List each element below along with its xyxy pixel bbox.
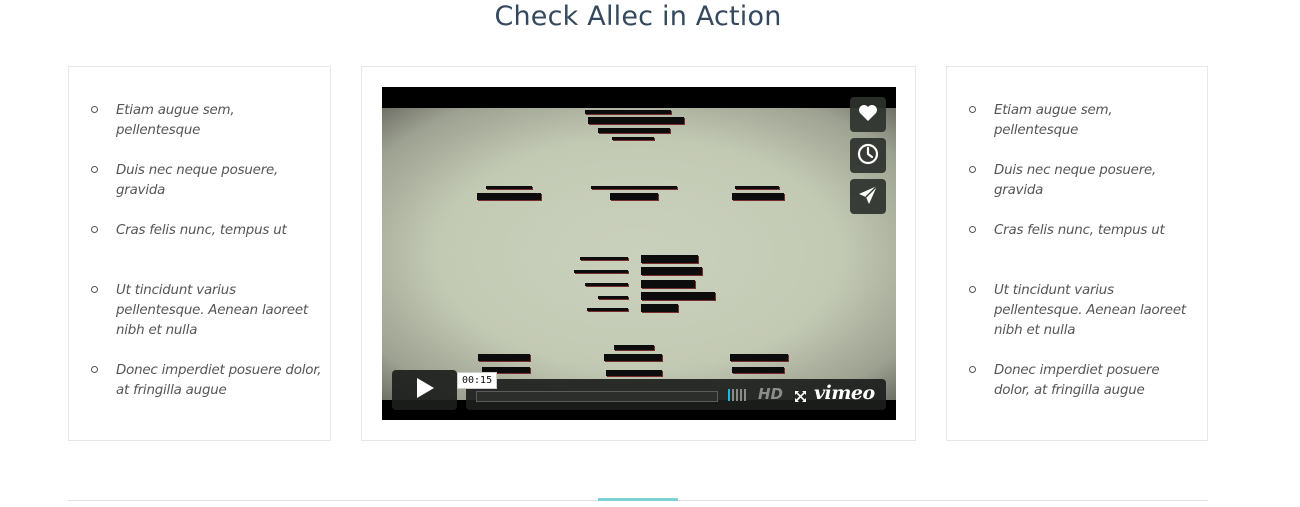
video-player[interactable]: HD vimeo 00:15: [382, 87, 896, 420]
hd-button[interactable]: HD: [758, 385, 783, 403]
frame-text-bar: [610, 193, 658, 200]
feature-text: Cras felis nunc, tempus ut: [994, 223, 1165, 238]
bullet-icon: [969, 366, 976, 373]
list-item: Cras felis nunc, tempus ut: [969, 221, 1199, 241]
frame-text-bar: [612, 137, 654, 140]
frame-text-bar: [641, 255, 698, 263]
share-button[interactable]: [850, 179, 886, 214]
side-actions: [850, 97, 886, 220]
frame-text-bar: [604, 354, 662, 361]
bullet-icon: [91, 166, 98, 173]
feature-text: Ut tincidunt varius pellentesque. Aenean…: [116, 283, 308, 338]
like-button[interactable]: [850, 97, 886, 132]
feature-text: Etiam augue sem, pellentesque: [994, 103, 1113, 138]
play-icon: [415, 377, 435, 403]
volume-level: [732, 389, 734, 401]
play-button[interactable]: [392, 370, 457, 410]
frame-text-bar: [587, 308, 628, 311]
frame-text-bar: [591, 186, 677, 189]
bullet-icon: [91, 366, 98, 373]
bullet-icon: [969, 226, 976, 233]
frame-text-bar: [580, 257, 628, 260]
frame-text-bar: [477, 193, 541, 200]
frame-text-bar: [574, 270, 628, 273]
watch-later-button[interactable]: [850, 138, 886, 173]
volume-level: [736, 389, 738, 401]
frame-text-bar: [730, 354, 788, 361]
frame-text-bar: [478, 354, 530, 361]
list-item: Duis nec neque posuere, gravida: [969, 161, 1199, 201]
control-bar: HD vimeo: [466, 379, 886, 410]
vimeo-logo[interactable]: vimeo: [814, 382, 875, 404]
feature-text: Duis nec neque posuere, gravida: [116, 163, 279, 198]
list-item: Ut tincidunt varius pellentesque. Aenean…: [91, 281, 322, 341]
frame-text-bar: [614, 345, 654, 350]
video-card: HD vimeo 00:15: [361, 66, 916, 441]
timecode-label: 00:15: [457, 372, 498, 389]
frame-text-bar: [641, 304, 678, 312]
frame-text-bar: [732, 193, 784, 200]
frame-text-bar: [585, 110, 671, 114]
heart-icon: [858, 104, 878, 126]
list-item: Duis nec neque posuere, gravida: [91, 161, 322, 201]
frame-text-bar: [641, 292, 715, 300]
list-item: Ut tincidunt varius pellentesque. Aenean…: [969, 281, 1199, 341]
feature-text: Etiam augue sem, pellentesque: [116, 103, 235, 138]
divider-accent: [598, 498, 678, 501]
clock-icon: [857, 143, 879, 169]
bullet-icon: [969, 166, 976, 173]
frame-text-bar: [641, 280, 695, 288]
feature-text: Donec imperdiet posuere dolor, at fringi…: [116, 363, 322, 398]
list-item: Donec imperdiet posuere dolor, at fringi…: [969, 361, 1199, 401]
list-item: Cras felis nunc, tempus ut: [91, 221, 322, 241]
feature-text: Cras felis nunc, tempus ut: [116, 223, 287, 238]
progress-bar[interactable]: [476, 391, 718, 402]
right-feature-card: Etiam augue sem, pellentesque Duis nec n…: [946, 66, 1208, 441]
fullscreen-icon: [794, 388, 807, 407]
list-item: Etiam augue sem, pellentesque: [91, 101, 322, 141]
bullet-icon: [969, 286, 976, 293]
list-item: Donec imperdiet posuere dolor, at fringi…: [91, 361, 322, 401]
bullet-icon: [969, 106, 976, 113]
feature-text: Duis nec neque posuere, gravida: [994, 163, 1157, 198]
frame-text-bar: [588, 117, 684, 124]
frame-text-bar: [585, 283, 628, 286]
frame-text-bar: [598, 128, 670, 133]
feature-text: Donec imperdiet posuere dolor, at fringi…: [994, 363, 1160, 398]
bullet-icon: [91, 106, 98, 113]
volume-level: [740, 389, 742, 401]
list-item: Etiam augue sem, pellentesque: [969, 101, 1199, 141]
fullscreen-button[interactable]: [794, 388, 807, 407]
volume-level: [744, 389, 746, 401]
frame-text-bar: [735, 186, 779, 189]
send-icon: [858, 184, 878, 209]
frame-text-bar: [641, 267, 702, 275]
bullet-icon: [91, 286, 98, 293]
section-title: Check Allec in Action: [494, 1, 782, 32]
frame-text-bar: [598, 296, 628, 299]
bullet-icon: [91, 226, 98, 233]
video-frame[interactable]: [382, 108, 896, 400]
frame-text-bar: [486, 186, 532, 189]
left-feature-card: Etiam augue sem, pellentesque Duis nec n…: [68, 66, 331, 441]
feature-text: Ut tincidunt varius pellentesque. Aenean…: [994, 283, 1186, 338]
volume-control[interactable]: [728, 389, 746, 401]
player-controls: HD vimeo 00:15: [392, 370, 886, 410]
volume-level: [728, 389, 730, 401]
